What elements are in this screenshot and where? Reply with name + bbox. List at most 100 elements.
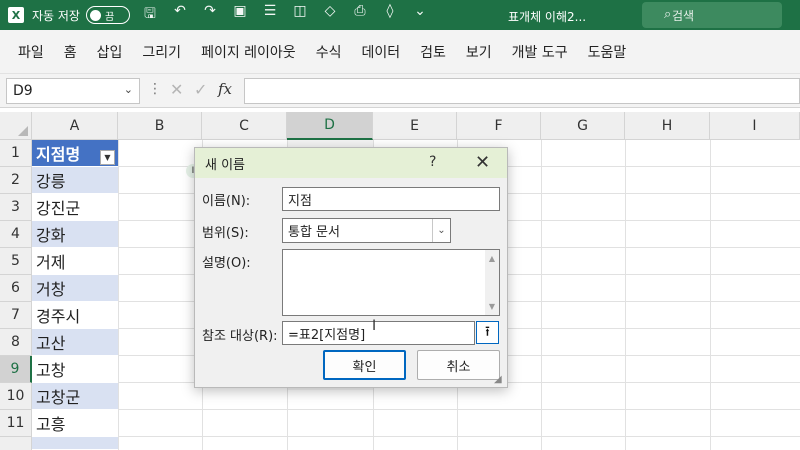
tab-developer[interactable]: 개발 도구 [502, 42, 578, 62]
name-label: 이름(N): [202, 194, 251, 209]
align-icon[interactable]: ☰ [262, 3, 278, 27]
table-cell[interactable]: 고창 [32, 356, 118, 383]
row-header[interactable]: 4 [0, 221, 32, 248]
comment-textarea[interactable] [282, 249, 500, 316]
refers-to-label: 참조 대상(R): [202, 329, 278, 344]
save-icon[interactable]: 🖫 [142, 3, 158, 27]
text-cursor-icon: I [372, 318, 377, 334]
tab-data[interactable]: 데이터 [351, 42, 410, 62]
column-header-i[interactable]: I [710, 112, 800, 140]
row-header[interactable]: 2 [0, 167, 32, 194]
excel-logo-icon: X [8, 7, 24, 23]
row-header[interactable]: 11 [0, 410, 32, 437]
scroll-up-icon[interactable]: ▲ [489, 254, 495, 263]
resize-grip-icon[interactable]: ◢ [494, 374, 502, 385]
tab-draw[interactable]: 그리기 [132, 42, 191, 62]
row-header[interactable]: 8 [0, 329, 32, 356]
camera-icon[interactable]: ▣ [232, 3, 248, 27]
search-placeholder: 검색 [672, 8, 695, 23]
select-all-corner[interactable] [0, 112, 32, 140]
row-header[interactable]: 5 [0, 248, 32, 275]
tab-insert[interactable]: 삽입 [87, 42, 133, 62]
scope-value: 통합 문서 [288, 225, 340, 240]
shape-icon[interactable]: ◫ [292, 3, 308, 27]
collapse-dialog-icon[interactable]: ⭱ [476, 321, 499, 344]
column-header-d[interactable]: D [287, 112, 373, 140]
name-box[interactable]: D9 ⌄ [6, 78, 140, 104]
chevron-down-icon[interactable]: ⌄ [124, 83, 133, 96]
row-header[interactable]: 10 [0, 383, 32, 410]
tab-file[interactable]: 파일 [8, 42, 54, 62]
table-cell[interactable]: 고창군 [32, 383, 118, 410]
tab-review[interactable]: 검토 [410, 42, 456, 62]
ok-button[interactable]: 확인 [323, 350, 406, 380]
autosave-label: 자동 저장 [32, 8, 80, 23]
table-cell[interactable]: 경주시 [32, 302, 118, 329]
title-bar: X 자동 저장 끔 🖫 ↶ ↷ ▣ ☰ ◫ ◇ ⎙ ◊ ⌄ 표개체 이해2...… [0, 0, 800, 30]
scroll-down-icon[interactable]: ▼ [489, 302, 495, 311]
table-cell[interactable]: 고산 [32, 329, 118, 356]
enter-icon[interactable]: ✓ [194, 80, 207, 99]
close-icon[interactable]: ✕ [475, 152, 490, 173]
gridline [118, 140, 119, 450]
table-cell[interactable]: 거창 [32, 275, 118, 302]
redo-icon[interactable]: ↷ [202, 3, 218, 27]
tab-help[interactable]: 도움말 [578, 42, 637, 62]
row-header[interactable]: 1 [0, 140, 32, 167]
table-cell[interactable]: 고흥 [32, 410, 118, 437]
tab-view[interactable]: 보기 [456, 42, 502, 62]
column-header-h[interactable]: H [625, 112, 710, 140]
formula-bar: D9 ⌄ ⋮ ✕ ✓ fx [0, 74, 800, 108]
more-options-icon[interactable]: ⋮ [148, 81, 162, 97]
gridline [710, 140, 711, 450]
filter-dropdown-icon[interactable]: ▼ [100, 150, 115, 165]
row-header[interactable]: 7 [0, 302, 32, 329]
more-icon[interactable]: ⌄ [412, 3, 428, 27]
column-header-e[interactable]: E [373, 112, 457, 140]
search-icon: ⌕ [664, 7, 672, 22]
refers-to-input[interactable]: =표2[지점명] [282, 321, 475, 345]
column-header-g[interactable]: G [541, 112, 625, 140]
shapes-icon[interactable]: ◇ [322, 3, 338, 27]
help-icon[interactable]: ? [429, 154, 436, 170]
formula-input[interactable] [244, 78, 800, 104]
table-cell-partial[interactable] [32, 437, 118, 450]
insert-function-icon[interactable]: fx [218, 80, 232, 98]
row-header[interactable]: 3 [0, 194, 32, 221]
scope-label: 범위(S): [202, 226, 249, 241]
eraser-icon[interactable]: ◊ [382, 3, 398, 27]
name-box-value: D9 [13, 83, 33, 99]
column-header-b[interactable]: B [118, 112, 202, 140]
gridline [541, 140, 542, 450]
dialog-title-bar[interactable]: 새 이름 [195, 148, 507, 178]
autosave-toggle[interactable]: 끔 [85, 6, 130, 24]
print-icon[interactable]: ⎙ [352, 3, 368, 27]
row-header-partial[interactable] [0, 437, 32, 450]
chevron-down-icon[interactable]: ⌄ [432, 219, 450, 242]
column-header-f[interactable]: F [457, 112, 541, 140]
tab-formulas[interactable]: 수식 [306, 42, 352, 62]
dialog-title: 새 이름 [205, 157, 246, 173]
cancel-icon[interactable]: ✕ [170, 80, 183, 99]
table-cell[interactable]: 거제 [32, 248, 118, 275]
comment-scrollbar[interactable]: ▲ ▼ [485, 250, 499, 315]
name-input[interactable]: 지점 [282, 187, 500, 211]
cancel-button[interactable]: 취소 [417, 350, 500, 380]
file-name: 표개체 이해2... [508, 10, 587, 24]
quick-access-toolbar: 🖫 ↶ ↷ ▣ ☰ ◫ ◇ ⎙ ◊ ⌄ [142, 3, 428, 27]
column-header-c[interactable]: C [202, 112, 287, 140]
row-header[interactable]: 6 [0, 275, 32, 302]
table-cell[interactable]: 강진군 [32, 194, 118, 221]
table-cell[interactable]: 강릉 [32, 167, 118, 194]
gridline [625, 140, 626, 450]
column-header-a[interactable]: A [32, 112, 118, 140]
ribbon-tabs: 파일 홈 삽입 그리기 페이지 레이아웃 수식 데이터 검토 보기 개발 도구 … [0, 30, 800, 74]
tab-home[interactable]: 홈 [54, 42, 87, 62]
autosave-state: 끔 [104, 11, 115, 23]
scope-select[interactable]: 통합 문서 ⌄ [282, 218, 451, 243]
row-header-selected[interactable]: 9 [0, 356, 32, 383]
undo-icon[interactable]: ↶ [172, 3, 188, 27]
search-box[interactable]: ⌕ 검색 [642, 2, 782, 28]
tab-page-layout[interactable]: 페이지 레이아웃 [191, 42, 306, 62]
table-cell[interactable]: 강화 [32, 221, 118, 248]
